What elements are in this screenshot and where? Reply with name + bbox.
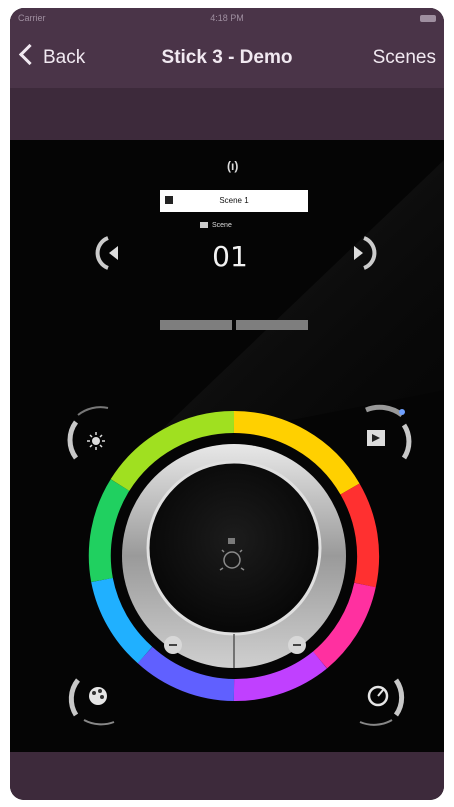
navigation-bar: Back Stick 3 - Demo Scenes xyxy=(10,30,444,88)
light-controller-panel: (ı) Scene 1 Scene 01 xyxy=(10,140,444,752)
bottom-bar xyxy=(10,752,444,800)
previous-scene-button[interactable] xyxy=(94,235,130,271)
scene-mode-button[interactable] xyxy=(354,402,414,462)
scene-type-label: Scene xyxy=(200,222,232,229)
chevron-left-icon xyxy=(18,43,41,66)
status-bar: Carrier 4:18 PM xyxy=(10,8,444,30)
dimmer-button[interactable] xyxy=(62,410,122,470)
color-palette-button[interactable] xyxy=(62,668,122,728)
clock-label: 4:18 PM xyxy=(210,13,244,23)
back-button[interactable]: Back xyxy=(18,43,86,69)
scene-name: Scene 1 xyxy=(219,196,249,205)
scene-name-field[interactable]: Scene 1 xyxy=(160,190,308,212)
toolbar-strip xyxy=(10,88,444,140)
scene-number: 01 xyxy=(212,240,248,273)
light-on-off-button[interactable] xyxy=(215,540,251,582)
battery-icon xyxy=(420,15,436,22)
increase-button[interactable] xyxy=(288,636,306,654)
scene-type-icon xyxy=(200,222,208,229)
scene-type-text: Scene xyxy=(212,222,232,229)
decrease-button[interactable] xyxy=(164,636,182,654)
next-scene-button[interactable] xyxy=(344,235,380,271)
back-label: Back xyxy=(43,47,86,68)
speed-button[interactable] xyxy=(354,668,414,728)
fader-right[interactable] xyxy=(236,320,308,330)
scenes-button[interactable]: Scenes xyxy=(373,47,436,69)
phone-screen: Carrier 4:18 PM Back Stick 3 - Demo Scen… xyxy=(10,8,444,800)
connection-indicator: (ı) xyxy=(227,159,239,173)
fader-left[interactable] xyxy=(160,320,232,330)
